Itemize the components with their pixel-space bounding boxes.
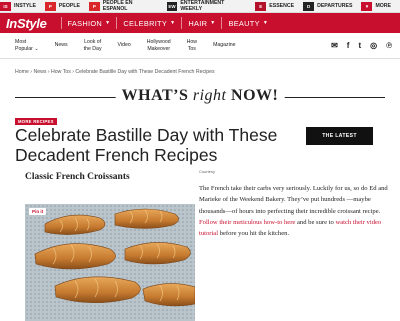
subnav-item[interactable]: Magazine: [213, 42, 236, 49]
subnav-label: Magazine: [213, 42, 236, 49]
nav-label: HAIR: [188, 18, 208, 28]
network-label: ENTERTAINMENT WEEKLY: [180, 0, 225, 12]
breadcrumb[interactable]: Home › News › How Tos › Celebrate Bastil…: [15, 69, 215, 75]
banner-em: right: [192, 87, 227, 104]
sub-nav: Most Popular ⌄ News Look of the Day Video Holl…: [0, 33, 400, 59]
network-badge-icon: EW: [166, 1, 178, 11]
envelope-icon[interactable]: ✉: [331, 41, 338, 50]
more-chevron-icon: ▼: [361, 1, 373, 11]
nav-divider: [221, 17, 223, 29]
subnav-label: Makeover: [147, 45, 171, 52]
nav-label: FASHION: [67, 18, 103, 28]
photo-credit: Courtesy: [199, 169, 216, 174]
article-body: The French take their carbs very serious…: [199, 183, 389, 239]
subnav-label: How: [186, 39, 198, 45]
nav-item[interactable]: FASHION ▼: [68, 19, 111, 28]
banner-title: WHAT’S right NOW!: [115, 87, 285, 105]
subnav-label: Popular ⌄: [15, 45, 39, 52]
subnav-item[interactable]: How Tos: [187, 39, 197, 52]
croissants-photo[interactable]: Pin it: [25, 204, 195, 321]
pin-it-button[interactable]: Pin it: [29, 208, 47, 215]
category-tag[interactable]: MORE RECIPES: [15, 118, 57, 125]
network-bar: IS INSTYLE P PEOPLE P PEOPLE EN ESPANOL EW ENTE…: [0, 0, 400, 13]
chevron-down-icon: ▼: [170, 20, 176, 26]
site-header: InStyle FASHION ▼ CELEBRITY ▼ HAIR ▼ BEAUTY ▼: [0, 13, 400, 33]
nav-label: BEAUTY: [228, 18, 260, 28]
instagram-icon[interactable]: ◎: [370, 41, 377, 50]
chevron-down-icon: ▼: [262, 20, 269, 26]
twitter-icon[interactable]: t: [358, 41, 361, 50]
chevron-down-icon: ▼: [105, 20, 111, 26]
subnav-item[interactable]: Video: [118, 42, 131, 49]
network-badge-icon: E: [255, 1, 267, 11]
nav-item[interactable]: BEAUTY ▼: [228, 19, 268, 28]
nav-divider: [116, 17, 118, 29]
social-icons: ✉ f t ◎ ℗: [331, 41, 392, 50]
body-text: before you hit the kitchen.: [218, 230, 290, 238]
network-label: DEPARTURES: [317, 3, 353, 9]
subnav-item[interactable]: Hollywood Makeover: [147, 39, 171, 52]
subnav-label: News: [54, 42, 68, 49]
network-item[interactable]: D DEPARTURES: [303, 1, 353, 11]
banner-post: NOW!: [226, 87, 279, 104]
network-item[interactable]: P PEOPLE EN ESPANOL: [88, 0, 158, 12]
subnav-item[interactable]: Look of the Day: [84, 39, 102, 52]
network-label: INSTYLE: [14, 3, 36, 9]
subnav-label: the Day: [83, 45, 102, 52]
subnav-item[interactable]: Most Popular ⌄: [15, 39, 39, 52]
network-item[interactable]: IS INSTYLE: [0, 1, 36, 11]
body-text: and be sure to: [295, 218, 336, 226]
nav-item[interactable]: HAIR ▼: [188, 19, 215, 28]
nav-label: CELEBRITY: [123, 18, 168, 28]
subnav-label: Hollywood: [146, 39, 171, 45]
network-item[interactable]: E ESSENCE: [255, 1, 295, 11]
network-label: PEOPLE EN ESPANOL: [102, 0, 133, 12]
main-nav: FASHION ▼ CELEBRITY ▼ HAIR ▼ BEAUTY ▼: [55, 17, 269, 29]
network-badge-icon: IS: [0, 1, 11, 11]
recipe-subhead: Classic French Croissants: [25, 172, 130, 182]
chevron-down-icon: ▼: [210, 20, 216, 26]
nav-item[interactable]: CELEBRITY ▼: [123, 19, 175, 28]
network-item[interactable]: EW ENTERTAINMENT WEEKLY: [166, 0, 247, 12]
subnav-item[interactable]: News: [55, 42, 68, 49]
sub-nav-items: Most Popular ⌄ News Look of the Day Video Holl…: [15, 39, 252, 52]
network-label: ESSENCE: [269, 3, 295, 9]
network-badge-icon: P: [88, 1, 100, 11]
article-headline: Celebrate Bastille Day with These Decade…: [15, 125, 278, 165]
nav-divider: [181, 17, 183, 29]
subnav-label: Tos: [187, 45, 196, 52]
instyle-logo[interactable]: InStyle: [0, 16, 55, 31]
banner-pre: WHAT’S: [121, 87, 193, 104]
whats-right-now-banner: WHAT’S right NOW!: [15, 86, 385, 108]
pinterest-icon[interactable]: ℗: [386, 41, 392, 50]
network-item[interactable]: P PEOPLE: [44, 1, 80, 11]
network-item[interactable]: ▼ MORE: [361, 1, 391, 11]
network-label: MORE: [375, 3, 391, 9]
nav-divider: [60, 17, 62, 29]
the-latest-button[interactable]: THE LATEST: [306, 127, 373, 145]
subnav-label: Look of: [84, 39, 102, 45]
facebook-icon[interactable]: f: [347, 41, 350, 50]
network-label: PEOPLE: [58, 3, 80, 9]
how-to-link[interactable]: Follow their meticulous how-to here: [199, 219, 295, 226]
body-text: The French take their carbs very serious…: [199, 185, 388, 215]
subnav-label: Video: [117, 42, 131, 49]
croissants-image: [25, 204, 195, 321]
network-badge-icon: P: [44, 1, 56, 11]
network-badge-icon: D: [303, 1, 315, 11]
